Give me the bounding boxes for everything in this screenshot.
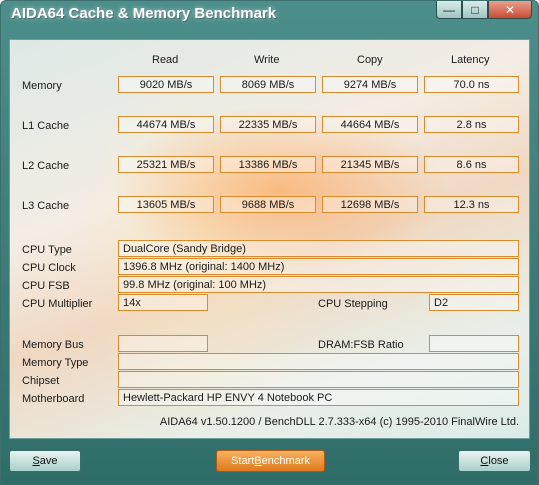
maximize-button[interactable]: □ (462, 1, 488, 19)
cpu-fsb-label: CPU FSB (22, 280, 70, 292)
start-accelerator: B (254, 455, 262, 467)
row-label-memory: Memory (22, 80, 62, 92)
cpu-clock-value: 1396.8 MHz (original: 1400 MHz) (118, 258, 519, 275)
l3-read-value: 13605 MB/s (118, 196, 214, 213)
chipset-value (118, 371, 519, 388)
memory-read-value: 9020 MB/s (118, 76, 214, 93)
minimize-button[interactable]: — (436, 1, 462, 19)
cpu-multiplier-label: CPU Multiplier (22, 298, 93, 310)
l1-read-value: 44674 MB/s (118, 116, 214, 133)
cpu-type-value: DualCore (Sandy Bridge) (118, 240, 519, 257)
save-accelerator: S (32, 455, 40, 467)
row-label-l1-cache: L1 Cache (22, 120, 70, 132)
cpu-stepping-value: D2 (429, 294, 519, 311)
row-label-l3-cache: L3 Cache (22, 200, 70, 212)
motherboard-value: Hewlett-Packard HP ENVY 4 Notebook PC (118, 389, 519, 406)
l1-write-value: 22335 MB/s (220, 116, 316, 133)
memory-type-value (118, 353, 519, 370)
close-accelerator: C (480, 455, 489, 467)
memory-bus-value (118, 335, 208, 352)
column-header-write: Write (254, 54, 280, 66)
cpu-type-label: CPU Type (22, 244, 72, 256)
benchmark-window: AIDA64 Cache & Memory Benchmark — □ ✕ Re… (0, 0, 539, 485)
memory-latency-value: 70.0 ns (424, 76, 519, 93)
dram-fsb-ratio-label: DRAM:FSB Ratio (318, 339, 404, 351)
cpu-multiplier-value: 14x (118, 294, 208, 311)
memory-copy-value: 9274 MB/s (322, 76, 418, 93)
l3-copy-value: 12698 MB/s (322, 196, 418, 213)
chipset-label: Chipset (22, 375, 60, 387)
window-controls: — □ ✕ (436, 1, 532, 19)
l3-write-value: 9688 MB/s (220, 196, 316, 213)
window-title: AIDA64 Cache & Memory Benchmark (11, 5, 277, 22)
results-panel: Read Write Copy Latency Memory 9020 MB/s… (9, 39, 530, 439)
cpu-fsb-value: 99.8 MHz (original: 100 MHz) (118, 276, 519, 293)
close-button[interactable]: Close (458, 450, 531, 472)
title-bar: AIDA64 Cache & Memory Benchmark — □ ✕ (1, 1, 538, 29)
memory-write-value: 8069 MB/s (220, 76, 316, 93)
save-label-rest: ave (39, 455, 58, 467)
memory-type-label: Memory Type (22, 357, 89, 369)
motherboard-label: Motherboard (22, 393, 85, 405)
row-label-l2-cache: L2 Cache (22, 160, 70, 172)
cpu-stepping-label: CPU Stepping (318, 298, 388, 310)
start-label-pre: Start (231, 455, 255, 467)
version-footer: AIDA64 v1.50.1200 / BenchDLL 2.7.333-x64… (159, 416, 519, 428)
close-label-rest: lose (488, 455, 509, 467)
memory-bus-label: Memory Bus (22, 339, 84, 351)
column-header-copy: Copy (357, 54, 383, 66)
column-header-latency: Latency (451, 54, 490, 66)
l1-copy-value: 44664 MB/s (322, 116, 418, 133)
save-button[interactable]: Save (9, 450, 81, 472)
l2-latency-value: 8.6 ns (424, 156, 519, 173)
cpu-clock-label: CPU Clock (22, 262, 76, 274)
l1-latency-value: 2.8 ns (424, 116, 519, 133)
start-label-rest: enchmark (261, 455, 310, 467)
column-header-read: Read (152, 54, 179, 66)
dram-fsb-ratio-value (429, 335, 519, 352)
start-benchmark-button[interactable]: Start Benchmark (216, 450, 325, 472)
l2-copy-value: 21345 MB/s (322, 156, 418, 173)
l2-write-value: 13386 MB/s (220, 156, 316, 173)
l3-latency-value: 12.3 ns (424, 196, 519, 213)
l2-read-value: 25321 MB/s (118, 156, 214, 173)
close-window-button[interactable]: ✕ (488, 1, 532, 19)
